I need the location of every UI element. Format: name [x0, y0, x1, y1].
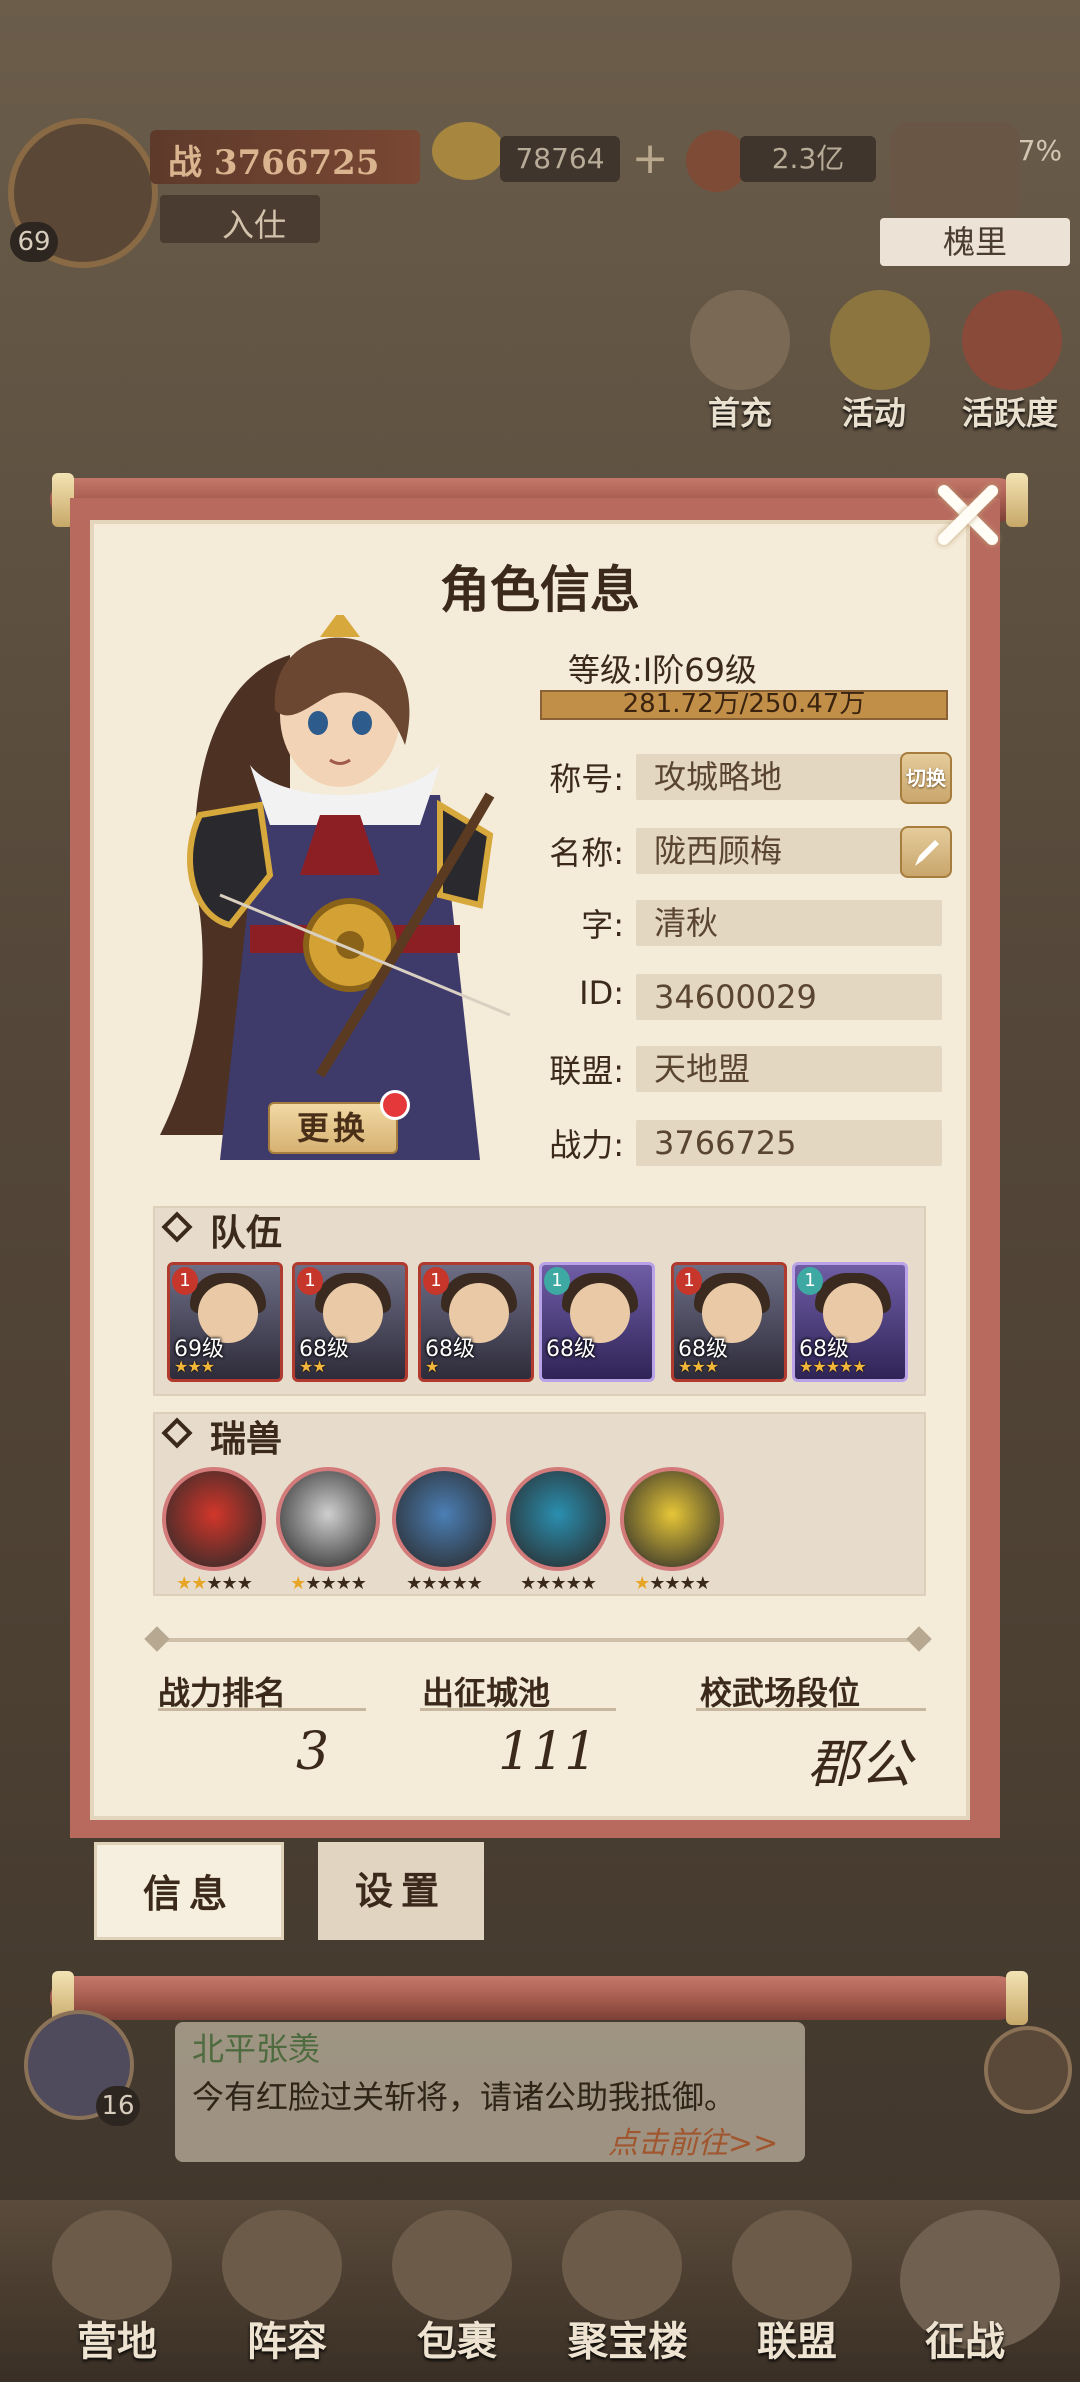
- nav-bag[interactable]: 包裹: [392, 2302, 522, 2382]
- character-portrait: [160, 615, 511, 1160]
- alliance-label: 联盟:: [549, 1052, 624, 1090]
- beast-icon[interactable]: [162, 1467, 266, 1571]
- title-value: 攻城略地: [636, 754, 942, 800]
- id-label: ID:: [579, 974, 624, 1012]
- brush-icon: [915, 840, 939, 866]
- liveness-label: 活跃度: [962, 394, 1059, 432]
- nav-lineup[interactable]: 阵容: [222, 2302, 352, 2382]
- nav-campaign[interactable]: 征战: [900, 2302, 1030, 2382]
- stats-divider: [150, 1638, 930, 1642]
- arena-rank-value: 郡公: [808, 1735, 913, 1795]
- decorative-seal: [860, 555, 944, 695]
- courtesy-value: 清秋: [636, 900, 942, 946]
- hero-rank-badge: 1: [172, 1267, 198, 1295]
- tab-info[interactable]: 信息: [94, 1842, 284, 1940]
- beast-stars: ★★★★★: [634, 1573, 711, 1594]
- hero-rank-badge: 1: [423, 1267, 449, 1295]
- name-value: 陇西顾梅: [636, 828, 942, 874]
- team-hero-card[interactable]: 1 68级 ★★★★★: [792, 1262, 908, 1382]
- title-label: 称号:: [549, 760, 624, 798]
- hero-stars: ★★: [299, 1357, 327, 1376]
- chat-bubble-icon[interactable]: [984, 2026, 1072, 2114]
- change-portrait-button[interactable]: 更换: [268, 1102, 398, 1154]
- team-hero-card[interactable]: 1 68级: [539, 1262, 655, 1382]
- nav-alliance[interactable]: 联盟: [732, 2302, 862, 2382]
- liveness-icon[interactable]: [962, 290, 1062, 390]
- team-title: 队伍: [210, 1212, 283, 1254]
- team-hero-card[interactable]: 1 68级 ★★: [292, 1262, 408, 1382]
- hero-rank-badge: 1: [797, 1267, 823, 1295]
- activity-icon[interactable]: [830, 290, 930, 390]
- first-charge-label: 首充: [708, 394, 773, 432]
- hero-stars: ★: [425, 1357, 439, 1376]
- town-name[interactable]: 槐里: [880, 218, 1070, 266]
- beast-stars: ★★★★★: [406, 1573, 483, 1594]
- id-value: 34600029: [636, 974, 942, 1020]
- first-charge-icon[interactable]: [690, 290, 790, 390]
- player-rank: 入仕: [222, 206, 287, 244]
- power-value: 3766725: [636, 1120, 942, 1166]
- team-hero-card[interactable]: 1 69级 ★★★: [167, 1262, 283, 1382]
- beast-stars: ★★★★★: [176, 1573, 253, 1594]
- hero-stars: ★★★: [678, 1357, 719, 1376]
- edit-name-button[interactable]: [900, 826, 952, 878]
- chat-message: 今有红脸过关斩将，请诸公助我抵御。: [192, 2078, 737, 2116]
- level-label: 等级:I阶69级: [568, 651, 757, 689]
- player-level: 69: [10, 222, 58, 262]
- team-hero-card[interactable]: 1 68级 ★: [418, 1262, 534, 1382]
- scroll-bottom-rod: [50, 1976, 1020, 2020]
- hero-rank-badge: 1: [676, 1267, 702, 1295]
- hero-stars: ★★★★★: [799, 1357, 867, 1376]
- tab-settings[interactable]: 设置: [318, 1842, 484, 1940]
- gold-ingot-icon: [432, 122, 504, 180]
- city-icon[interactable]: [890, 122, 1020, 222]
- beast-icon[interactable]: [506, 1467, 610, 1571]
- beast-title: 瑞兽: [210, 1418, 283, 1460]
- player-power: 战 3766725: [168, 143, 380, 183]
- hero-rank-badge: 1: [297, 1267, 323, 1295]
- power-label: 战力:: [549, 1126, 624, 1164]
- hero-rank-badge: 1: [544, 1267, 570, 1295]
- conquered-cities-underline: [420, 1708, 616, 1711]
- exp-progress-text: 281.72万/250.47万: [622, 689, 866, 719]
- beast-stars: ★★★★★: [520, 1573, 597, 1594]
- power-rank-value: 3: [296, 1722, 330, 1782]
- arena-rank-underline: [696, 1708, 926, 1711]
- chat-sender: 北平张羡: [192, 2030, 321, 2068]
- close-button[interactable]: [928, 475, 1008, 555]
- gold-amount: 78764: [500, 136, 620, 182]
- scroll-top-cap-right: [1006, 473, 1028, 527]
- alliance-value: 天地盟: [636, 1046, 942, 1092]
- team-hero-card[interactable]: 1 68级 ★★★: [671, 1262, 787, 1382]
- beast-icon[interactable]: [276, 1467, 380, 1571]
- conquered-cities-value: 111: [498, 1722, 598, 1782]
- hero-stars: ★★★: [174, 1357, 215, 1376]
- chat-go-link[interactable]: 点击前往>>: [608, 2118, 778, 2162]
- add-gold-plus-icon[interactable]: +: [628, 136, 672, 182]
- beast-stars: ★★★★★: [290, 1573, 367, 1594]
- courtesy-label: 字:: [581, 906, 624, 944]
- chat-avatar-level: 16: [96, 2086, 140, 2126]
- beast-icon[interactable]: [620, 1467, 724, 1571]
- nav-camp[interactable]: 营地: [52, 2302, 182, 2382]
- scroll-bottom-cap-right: [1006, 1971, 1028, 2025]
- activity-label: 活动: [842, 394, 907, 432]
- change-notification-dot: [380, 1090, 410, 1120]
- switch-title-button[interactable]: 切换: [900, 752, 952, 804]
- hero-level: 68级: [546, 1337, 596, 1362]
- coin-amount: 2.3亿: [740, 136, 876, 182]
- name-label: 名称:: [549, 834, 624, 872]
- beast-icon[interactable]: [392, 1467, 496, 1571]
- power-rank-underline: [158, 1708, 366, 1711]
- nav-treasure[interactable]: 聚宝楼: [548, 2302, 708, 2382]
- coin-icon: [686, 130, 748, 192]
